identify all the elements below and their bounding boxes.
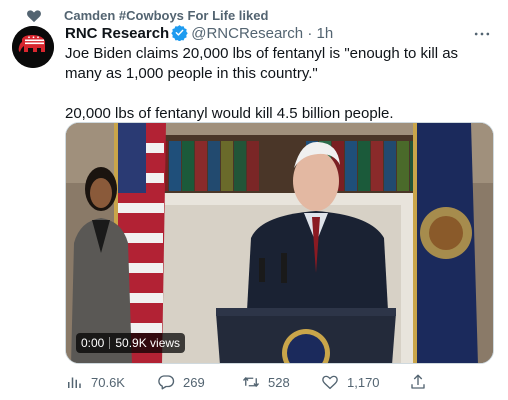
reply-icon bbox=[158, 375, 175, 390]
share-icon bbox=[411, 374, 425, 389]
more-options-icon[interactable] bbox=[472, 24, 492, 44]
action-bar: 70.6K 269 528 1,170 bbox=[65, 372, 445, 392]
retweet-button[interactable]: 528 bbox=[242, 372, 290, 392]
social-context-text[interactable]: Camden #Cowboys For Life liked bbox=[64, 8, 268, 24]
heart-icon bbox=[27, 10, 41, 23]
video-overlay: 0:00 50.9K views bbox=[76, 333, 186, 353]
tweet-paragraph: 20,000 lbs of fentanyl would kill 4.5 bi… bbox=[65, 105, 394, 122]
display-name[interactable]: RNC Research bbox=[65, 25, 169, 42]
reply-button[interactable]: 269 bbox=[157, 372, 205, 392]
share-button[interactable] bbox=[409, 372, 435, 392]
views-count: 70.6K bbox=[91, 374, 125, 390]
overlay-divider bbox=[109, 337, 111, 349]
video-views: 50.9K views bbox=[115, 336, 181, 350]
timestamp[interactable]: 1h bbox=[316, 25, 333, 42]
separator-dot: · bbox=[307, 25, 313, 42]
elephant-logo-icon bbox=[12, 26, 54, 68]
retweet-count: 528 bbox=[268, 374, 290, 390]
avatar[interactable] bbox=[12, 26, 54, 68]
tweet-paragraph: Joe Biden claims 20,000 lbs of fentanyl … bbox=[65, 45, 459, 82]
handle[interactable]: @RNCResearch bbox=[191, 25, 303, 42]
video-frame bbox=[66, 123, 493, 363]
tweet-header: RNC Research @RNCResearch · 1h bbox=[65, 24, 498, 44]
analytics-icon bbox=[68, 377, 81, 388]
like-icon bbox=[322, 375, 338, 390]
reply-count: 269 bbox=[183, 374, 205, 390]
retweet-icon bbox=[242, 377, 260, 387]
video-player[interactable]: 0:00 50.9K views bbox=[65, 122, 494, 364]
like-button[interactable]: 1,170 bbox=[321, 372, 380, 392]
views-button[interactable]: 70.6K bbox=[65, 372, 125, 392]
tweet-text: Joe Biden claims 20,000 lbs of fentanyl … bbox=[65, 44, 497, 124]
like-count: 1,170 bbox=[347, 374, 380, 390]
verified-icon bbox=[171, 25, 188, 41]
video-timestamp: 0:00 bbox=[81, 336, 105, 350]
